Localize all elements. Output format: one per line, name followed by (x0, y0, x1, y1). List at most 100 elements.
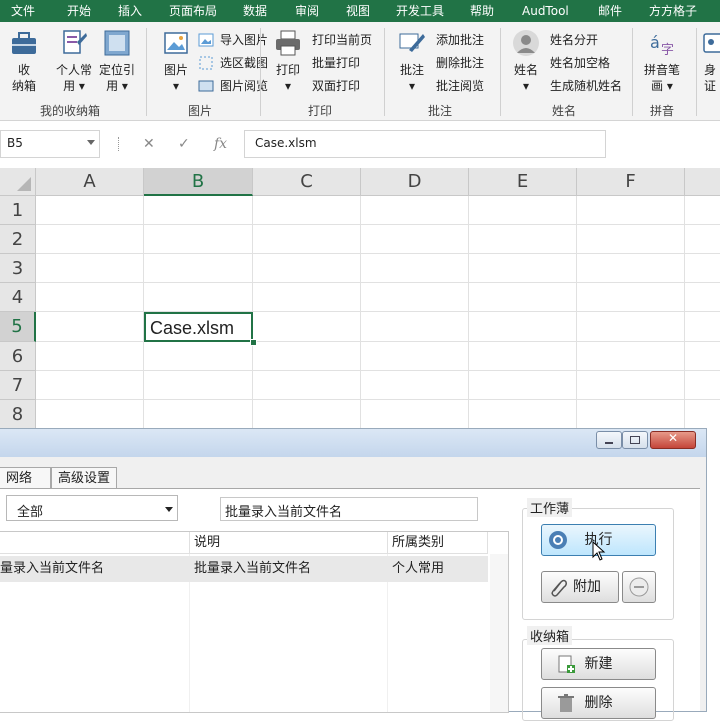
chevron-down-icon (165, 507, 173, 512)
tab-mail[interactable]: 邮件 (598, 0, 622, 22)
tab-help[interactable]: 帮助 (470, 0, 494, 22)
tab-review[interactable]: 审阅 (295, 0, 319, 22)
tab-file[interactable]: 文件 (11, 0, 35, 22)
ribbon-separator (500, 28, 501, 116)
add-comment-button[interactable]: 添加批注 (434, 30, 484, 50)
print-current-page-label: 打印当前页 (312, 33, 373, 47)
column-header-c[interactable]: C (253, 168, 361, 196)
collect-box-button[interactable]: 收 纳箱 (4, 28, 44, 94)
import-picture-icon (198, 32, 214, 48)
gridline (36, 311, 720, 312)
insert-function-icon[interactable]: fx (214, 136, 227, 152)
formula-input[interactable]: Case.xlsm (244, 130, 606, 158)
browse-comment-button[interactable]: 批注阅览 (434, 76, 484, 96)
picture-browse-button[interactable]: 图片阅览 (198, 76, 268, 96)
delete-comment-label: 删除批注 (436, 56, 485, 70)
row-header-4[interactable]: 4 (0, 283, 36, 312)
personal-common-button[interactable]: 个人常 用 ▾ (54, 28, 94, 94)
column-header-a[interactable]: A (36, 168, 144, 196)
name-box-value: B5 (7, 136, 23, 150)
gridline (36, 282, 720, 283)
locate-reference-button[interactable]: 定位引 用 ▾ (96, 28, 138, 94)
picture-icon (161, 28, 191, 58)
storage-group-title: 收纳箱 (527, 626, 573, 645)
random-name-button[interactable]: 生成随机姓名 (548, 76, 622, 96)
toolbox-icon (9, 28, 39, 58)
execute-icon (548, 530, 568, 550)
list-scrollbar[interactable] (490, 554, 508, 712)
pinyin-icon: á字 (647, 28, 677, 58)
row-header-2[interactable]: 2 (0, 225, 36, 254)
name-button[interactable]: 姓名 ▾ (508, 28, 544, 94)
confirm-icon[interactable]: ✓ (178, 136, 190, 152)
category-select[interactable]: 全部 (6, 495, 178, 521)
collect-label-1: 收 (17, 63, 30, 77)
pinyin-stroke-button[interactable]: á字 拼音笔 画 ▾ (638, 28, 686, 94)
locate-reference-icon (102, 28, 132, 58)
dialog-title-bar[interactable]: ✕ (0, 429, 706, 457)
batch-print-button[interactable]: 批量打印 (310, 53, 360, 73)
column-header-b[interactable]: B (144, 168, 253, 196)
tab-data[interactable]: 数据 (243, 0, 267, 22)
import-picture-button[interactable]: 导入图片 (198, 30, 268, 50)
select-all-corner[interactable] (0, 168, 36, 196)
split-name-button[interactable]: 姓名分开 (548, 30, 598, 50)
row-header-1[interactable]: 1 (0, 196, 36, 225)
filter-input[interactable]: 批量录入当前文件名 (220, 497, 478, 521)
delete-button[interactable]: 删除 (541, 687, 656, 719)
tab-view[interactable]: 视图 (346, 0, 370, 22)
remove-button[interactable] (622, 571, 656, 603)
tab-home[interactable]: 开始 (67, 0, 91, 22)
picture-button[interactable]: 图片 ▾ (156, 28, 196, 94)
row-header-3[interactable]: 3 (0, 254, 36, 283)
list-item-name: 量录入当前文件名 (0, 561, 105, 576)
id-card-button[interactable]: 身 证 (700, 28, 720, 94)
tab-audtool[interactable]: AudTool (522, 0, 569, 22)
screenshot-selection-button[interactable]: 选区截图 (198, 53, 268, 73)
attach-button[interactable]: 附加 (541, 571, 619, 603)
ribbon-separator (146, 28, 147, 116)
print-button[interactable]: 打印 ▾ (270, 28, 306, 94)
minimize-button[interactable] (596, 431, 622, 449)
name-box-dropdown-icon[interactable] (87, 140, 95, 145)
close-button[interactable]: ✕ (650, 431, 696, 449)
tab-developer[interactable]: 开发工具 (396, 0, 444, 22)
command-list[interactable]: 说明 所属类别 量录入当前文件名 批量录入当前文件名 个人常用 (0, 531, 509, 713)
maximize-button[interactable] (622, 431, 648, 449)
new-button[interactable]: 新建 (541, 648, 656, 680)
row-header-6[interactable]: 6 (0, 342, 36, 371)
tab-page-layout[interactable]: 页面布局 (169, 0, 217, 22)
name-add-space-button[interactable]: 姓名加空格 (548, 53, 610, 73)
list-header-name[interactable] (0, 532, 190, 554)
spreadsheet-grid[interactable]: A B C D E F 1 2 3 4 5 6 7 8 Case.xlsm (0, 168, 720, 430)
tab-advanced-settings[interactable]: 高级设置 (51, 467, 117, 489)
delete-comment-button[interactable]: 删除批注 (434, 53, 484, 73)
column-header-e[interactable]: E (469, 168, 577, 196)
picture-label: 图片 (163, 63, 188, 77)
group-label-pinyin: 拼音 (649, 104, 674, 118)
tab-fangfang[interactable]: 方方格子 (649, 0, 697, 22)
cancel-icon[interactable]: ✕ (143, 136, 155, 152)
column-header-g[interactable] (685, 168, 720, 196)
tab-insert[interactable]: 插入 (118, 0, 142, 22)
delete-label: 删除 (584, 695, 613, 711)
pinyin-label-2: 画 ▾ (651, 79, 673, 93)
tab-network[interactable]: 网络 (0, 467, 51, 489)
list-header-category[interactable]: 所属类别 (388, 532, 488, 554)
comment-button[interactable]: 批注 ▾ (394, 28, 430, 94)
group-label-picture: 图片 (187, 104, 212, 118)
row-header-5[interactable]: 5 (0, 312, 36, 342)
name-box[interactable]: B5 (0, 130, 100, 158)
duplex-print-button[interactable]: 双面打印 (310, 76, 360, 96)
list-header-description[interactable]: 说明 (190, 532, 388, 554)
row-header-8[interactable]: 8 (0, 400, 36, 429)
active-cell-b5[interactable]: Case.xlsm (144, 312, 253, 342)
fill-handle[interactable] (250, 339, 257, 346)
column-header-d[interactable]: D (361, 168, 469, 196)
row-header-7[interactable]: 7 (0, 371, 36, 400)
gridline (684, 196, 685, 430)
gridline (36, 370, 720, 371)
column-header-f[interactable]: F (577, 168, 685, 196)
print-current-page-button[interactable]: 打印当前页 (310, 30, 372, 50)
list-item[interactable]: 量录入当前文件名 批量录入当前文件名 个人常用 (0, 556, 488, 582)
